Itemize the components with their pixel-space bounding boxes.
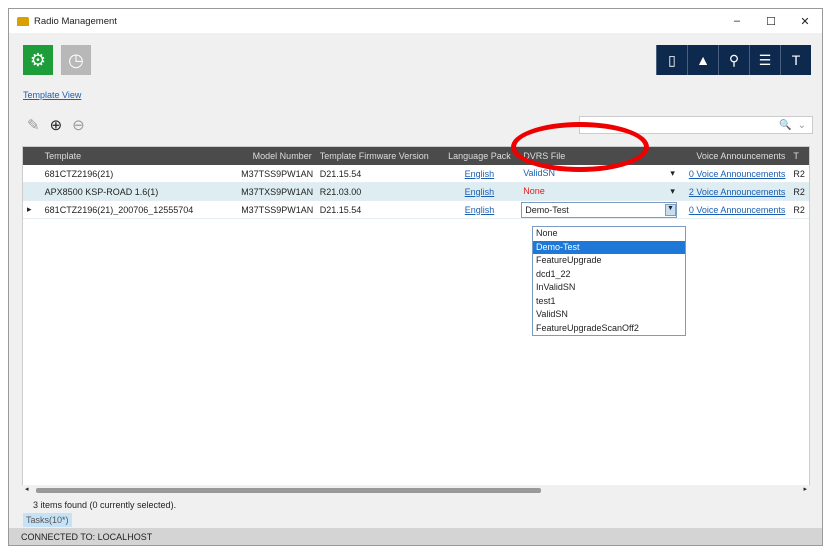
app-icon [17, 16, 29, 26]
col-language[interactable]: Language Pack [440, 151, 520, 161]
language-link[interactable]: English [440, 187, 520, 197]
language-link[interactable]: English [440, 205, 520, 215]
dvrs-value: None [523, 186, 545, 196]
dvrs-dropdown[interactable]: None ▾ [519, 186, 679, 197]
col-t[interactable]: T [789, 151, 809, 161]
hammer-icon[interactable]: T [780, 45, 811, 75]
grid-header: Template Model Number Template Firmware … [23, 147, 809, 165]
cell-firmware: R21.03.00 [319, 186, 362, 197]
cell-template: 681CTZ2196(21) [44, 168, 114, 179]
table-row-current[interactable]: ▸ 681CTZ2196(21)_200706_12555704 M37TSS9… [23, 201, 809, 219]
voice-link[interactable]: 0 Voice Announcements [679, 205, 789, 215]
remove-icon[interactable]: ⊖ [72, 116, 85, 134]
minimize-button[interactable]: – [720, 15, 754, 28]
status-text: 3 items found (0 currently selected). [33, 500, 177, 510]
dropdown-arrow-icon: ▾ [670, 168, 675, 178]
option-featureupgradescanoff2[interactable]: FeatureUpgradeScanOff2 [533, 322, 685, 336]
cell-firmware: D21.15.54 [319, 168, 362, 179]
edit-pencil-icon[interactable]: ✎ [27, 116, 40, 134]
option-invalidsn[interactable]: InValidSN [533, 281, 685, 295]
window-title: Radio Management [34, 15, 117, 27]
cell-t: R2 [793, 168, 805, 179]
horizontal-scrollbar[interactable]: ◂ ▸ [22, 485, 810, 495]
chevron-down-icon[interactable]: ⌄ [798, 120, 806, 131]
dvrs-combobox[interactable]: Demo-Test ▼ [521, 201, 677, 218]
search-icon: 🔍 [779, 119, 792, 131]
col-voice[interactable]: Voice Announcements [679, 151, 789, 161]
connection-status: CONNECTED TO: LOCALHOST [9, 528, 822, 545]
dropdown-arrow-icon: ▾ [670, 186, 675, 196]
highlight-circle [511, 122, 649, 172]
maximize-button[interactable]: ☐ [754, 15, 788, 28]
cell-firmware: D21.15.54 [319, 204, 362, 215]
clock-history-button[interactable]: ◷ [61, 45, 91, 75]
table-row[interactable]: APX8500 KSP-ROAD 1.6(1) M37TXS9PW1AN R21… [23, 183, 809, 201]
template-view-link[interactable]: Template View [23, 90, 81, 100]
title-bar: Radio Management – ☐ ✕ [9, 9, 822, 33]
key-icon[interactable]: ⚲ [718, 45, 749, 75]
cell-template: 681CTZ2196(21)_200706_12555704 [44, 204, 194, 215]
language-link[interactable]: English [440, 169, 520, 179]
row-pointer-icon: ▸ [27, 204, 32, 214]
col-firmware[interactable]: Template Firmware Version [316, 151, 440, 161]
col-template[interactable]: Template [41, 151, 237, 161]
radio-management-window: Radio Management – ☐ ✕ ⚙ ◷ ▯ ▲ ⚲ ☰ T Tem… [8, 8, 823, 546]
settings-gear-button[interactable]: ⚙ [23, 45, 53, 75]
tower-icon[interactable]: ▲ [687, 45, 718, 75]
cell-model: M37TSS9PW1AN [241, 204, 314, 215]
close-button[interactable]: ✕ [788, 15, 822, 28]
cell-template: APX8500 KSP-ROAD 1.6(1) [44, 186, 159, 197]
template-grid: Template Model Number Template Firmware … [22, 146, 810, 491]
table-row[interactable]: 681CTZ2196(21) M37TSS9PW1AN D21.15.54 En… [23, 165, 809, 183]
option-dcd1-22[interactable]: dcd1_22 [533, 268, 685, 282]
scrollbar-thumb[interactable] [36, 488, 541, 493]
col-model[interactable]: Model Number [237, 151, 316, 161]
cell-t: R2 [793, 204, 805, 215]
list-icon[interactable]: ☰ [749, 45, 780, 75]
option-demo-test[interactable]: Demo-Test [533, 240, 685, 254]
cell-t: R2 [793, 186, 805, 197]
cell-model: M37TSS9PW1AN [241, 168, 314, 179]
voice-link[interactable]: 2 Voice Announcements [679, 187, 789, 197]
dropdown-button[interactable]: ▼ [664, 203, 676, 216]
cell-model: M37TXS9PW1AN [241, 186, 314, 197]
dvrs-value: Demo-Test [525, 204, 569, 215]
voice-link[interactable]: 0 Voice Announcements [679, 169, 789, 179]
add-icon[interactable]: ⊕ [50, 116, 63, 134]
option-none[interactable]: None [533, 227, 685, 241]
tasks-tab[interactable]: Tasks(10*) [23, 513, 72, 527]
radio-icon[interactable]: ▯ [656, 45, 687, 75]
option-test1[interactable]: test1 [533, 295, 685, 309]
option-validsn[interactable]: ValidSN [533, 308, 685, 322]
dvrs-options-list[interactable]: None Demo-Test FeatureUpgrade dcd1_22 In… [532, 226, 686, 336]
option-featureupgrade[interactable]: FeatureUpgrade [533, 254, 685, 268]
